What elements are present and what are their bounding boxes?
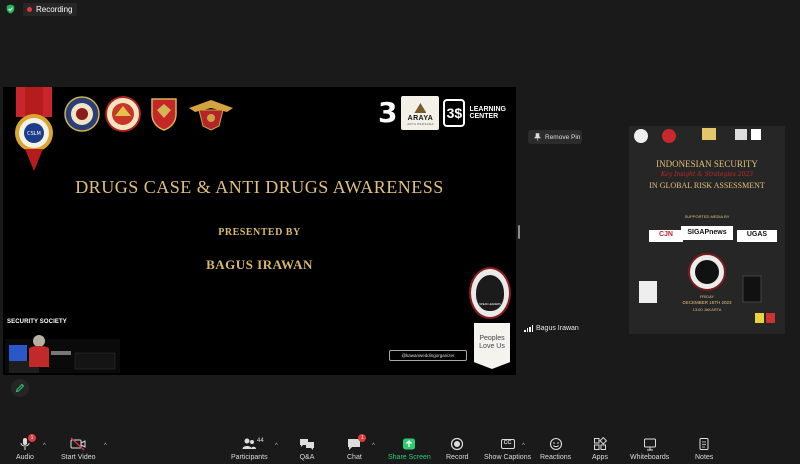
poster-sponsor-1: CJN <box>658 231 673 238</box>
reactions-button[interactable]: Reactions <box>540 436 571 461</box>
organization-seals <box>64 96 235 132</box>
shared-screen-view[interactable]: CSLM 3 ARAYA ARYA PERSADA 3$ LEARNING CE… <box>3 87 516 375</box>
remove-pin-button[interactable]: Remove Pin <box>528 130 582 144</box>
sponsor-logos: 3 ARAYA ARYA PERSADA 3$ LEARNING CENTER <box>378 96 506 130</box>
speak-leaders-medal-icon: SPEAK LEADERS <box>469 267 511 319</box>
audio-label: Audio <box>16 454 34 461</box>
notes-icon <box>699 438 709 450</box>
recording-indicator[interactable]: Recording <box>23 2 78 16</box>
brand-3-logo: 3 <box>377 96 398 129</box>
slide-title: DRUGS CASE & ANTI DRUGS AWARENESS <box>75 177 444 197</box>
audio-badge: 1 <box>27 434 36 442</box>
cslm-medal-icon: CSLM <box>15 87 53 171</box>
share-screen-button[interactable]: Share Screen <box>388 436 431 461</box>
poster-headline-2: IN GLOBAL RISK ASSESSMENT <box>649 181 765 190</box>
araya-sub: ARYA PERSADA <box>407 122 434 126</box>
participant-name: Bagus Irawan <box>536 325 579 332</box>
slide-presenter-name: BAGUS IRAWAN <box>206 257 313 272</box>
lc-line-2: CENTER <box>469 113 499 120</box>
qa-button[interactable]: Q&A <box>299 436 315 461</box>
slide-presented-by: PRESENTED BY <box>218 227 301 238</box>
svg-text:CSLM: CSLM <box>27 131 41 137</box>
lemhannas-seal-icon <box>105 96 141 132</box>
meeting-toolbar: 1 Audio ^ Start Video ^ Participants 44 … <box>0 432 800 464</box>
kawan-wedding-tag: @kawanweddingorganizer <box>389 350 467 361</box>
share-screen-icon <box>403 438 416 450</box>
qa-label: Q&A <box>299 454 315 461</box>
annotate-button[interactable] <box>11 379 29 397</box>
notes-button[interactable]: Notes <box>695 436 713 461</box>
video-off-icon <box>70 437 86 451</box>
whiteboard-icon <box>643 438 656 451</box>
record-icon <box>451 437 464 451</box>
participants-icon <box>242 438 257 449</box>
meeting-window: Recording CSLM 3 ARAYA ARYA PERSADA 3$ L… <box>0 0 800 464</box>
captions-options-caret-icon[interactable]: ^ <box>522 443 525 449</box>
participant-name-tag: Bagus Irawan <box>524 325 579 332</box>
learning-center-label: LEARNING CENTER <box>469 106 506 121</box>
whiteboards-button[interactable]: Whiteboards <box>630 436 669 461</box>
peoples-line-1: Peoples <box>479 335 505 342</box>
record-button[interactable]: Record <box>446 436 469 461</box>
recording-label: Recording <box>36 4 73 14</box>
pencil-icon <box>15 383 25 393</box>
qa-icon <box>300 439 314 450</box>
poster-supported-by: SUPPORTED MEDIA BY <box>684 214 730 219</box>
araya-name: ARAYA <box>407 115 434 122</box>
araya-mark-icon <box>414 103 427 113</box>
chat-button[interactable]: 1 Chat <box>347 434 367 461</box>
apps-icon <box>593 437 607 450</box>
learning-center-mark: 3$ <box>443 99 466 127</box>
video-options-caret-icon[interactable]: ^ <box>104 443 107 449</box>
peoples-line-2: Love Us <box>479 342 505 350</box>
security-shield-icon[interactable] <box>6 4 15 14</box>
share-screen-label: Share Screen <box>388 454 431 461</box>
pin-icon <box>534 133 541 141</box>
lc-line-1: LEARNING <box>469 105 506 113</box>
apps-label: Apps <box>592 454 608 461</box>
notes-label: Notes <box>695 454 714 461</box>
record-label: Record <box>446 454 469 461</box>
chat-options-caret-icon[interactable]: ^ <box>372 443 375 449</box>
poster-headline-script: Key Insight & Strategies 2023 <box>660 171 754 178</box>
audio-options-caret-icon[interactable]: ^ <box>43 443 46 449</box>
poster-event-time: 13:00 JAKARTA <box>692 307 722 312</box>
recording-dot-icon <box>27 6 32 12</box>
start-video-label: Start Video <box>61 454 96 461</box>
poster-event-day: FRIDAY <box>699 294 715 299</box>
medal-caption: SPEAK LEADERS <box>479 303 501 306</box>
apps-button[interactable]: Apps <box>592 436 608 461</box>
whiteboards-label: Whiteboards <box>630 454 670 461</box>
remove-pin-label: Remove Pin <box>545 133 581 141</box>
show-captions-label: Show Captions <box>484 454 532 461</box>
chat-label: Chat <box>347 454 362 461</box>
army-shield-icon <box>151 98 177 131</box>
audio-button[interactable]: 1 Audio <box>16 434 36 461</box>
participants-options-caret-icon[interactable]: ^ <box>275 443 278 449</box>
poster-headline-1: INDONESIAN SECURITY <box>656 159 758 169</box>
araya-logo: ARAYA ARYA PERSADA <box>401 96 440 130</box>
eagle-crest-icon <box>189 100 233 131</box>
poster-sponsor-2: SIGAPnews <box>687 229 727 236</box>
reactions-label: Reactions <box>540 454 572 461</box>
panel-resize-handle[interactable] <box>518 225 520 239</box>
start-video-button[interactable]: Start Video <box>61 436 96 461</box>
security-society-art-icon <box>5 335 120 373</box>
captions-cc-icon: CC <box>500 439 515 449</box>
police-seal-icon <box>64 96 100 132</box>
poster-event-date: DECEMBER 15TH 2023 <box>682 300 732 305</box>
poster-sponsor-3: UGAS <box>746 231 768 238</box>
participants-count: 44 <box>257 438 264 444</box>
top-status-bar: Recording <box>0 0 800 18</box>
signal-strength-icon <box>524 325 533 332</box>
participant-video-thumbnail[interactable]: INDONESIAN SECURITY Key Insight & Strate… <box>629 126 785 334</box>
peoples-love-us-badge: Peoples Love Us <box>474 323 510 369</box>
reactions-smiley-icon <box>549 437 562 451</box>
chat-badge: 1 <box>358 434 367 442</box>
participants-label: Participants <box>231 454 268 461</box>
security-society-label: SECURITY SOCIETY <box>7 319 67 325</box>
